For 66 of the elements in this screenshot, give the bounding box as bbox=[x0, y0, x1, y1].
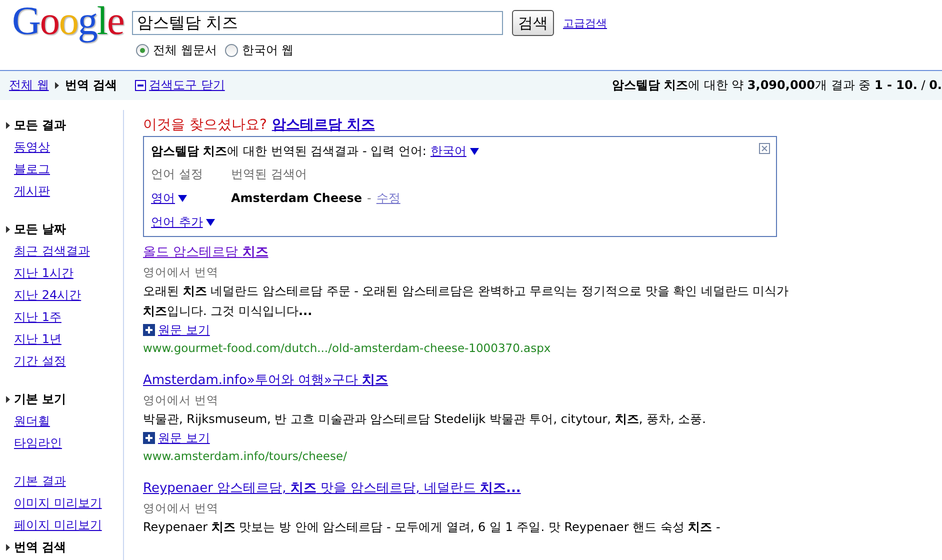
caret-icon[interactable] bbox=[470, 147, 480, 155]
sidebar-link[interactable]: 게시판 bbox=[14, 182, 50, 200]
minus-box-icon[interactable] bbox=[135, 80, 146, 91]
sidebar-link[interactable]: 지난 1시간 bbox=[14, 264, 74, 282]
did-you-mean-label: 이것을 찾으셨나요? bbox=[143, 116, 267, 134]
sidebar-link[interactable]: 지난 1주 bbox=[14, 308, 62, 326]
original-page-link[interactable]: 원문 보기 bbox=[158, 322, 210, 338]
sidebar-link[interactable]: 기본 결과 bbox=[14, 472, 66, 490]
result-url: www.amsterdam.info/tours/cheese/ bbox=[143, 448, 348, 465]
translation-source: 영어에서 번역 bbox=[143, 500, 220, 517]
chevron-icon bbox=[6, 122, 10, 128]
radio-button[interactable] bbox=[224, 44, 238, 57]
language-link[interactable]: 영어 bbox=[151, 190, 175, 206]
column-header: 번역된 검색어 bbox=[231, 166, 308, 182]
translated-query: Amsterdam Cheese bbox=[231, 191, 362, 205]
result-snippet: Reypenaer 치즈 맛보는 방 안에 암스테르담 - 모두에게 열려, 6 일 1 주일. 맛 Reypenaer 핸드 숙성 치즈 - bbox=[143, 519, 722, 536]
radio-label[interactable]: 전체 웹문서 bbox=[153, 42, 217, 59]
sidebar-link[interactable]: 지난 24시간 bbox=[14, 286, 82, 304]
close-icon[interactable] bbox=[759, 143, 770, 154]
search-button[interactable]: 검색 bbox=[512, 10, 554, 36]
breadcrumb-current: 번역 검색 bbox=[64, 77, 118, 94]
chevron-icon bbox=[6, 226, 10, 232]
sidebar-link[interactable]: 타임라인 bbox=[14, 434, 62, 452]
sidebar-link[interactable]: 블로그 bbox=[14, 160, 50, 178]
result-title-link[interactable]: Amsterdam.info»투어와 여행»구다 치즈 bbox=[143, 371, 388, 391]
chevron-icon bbox=[6, 544, 10, 550]
result-url: www.gourmet-food.com/dutch.../old-amsterdam-cheese-1000370.aspx bbox=[143, 340, 552, 357]
caret-icon[interactable] bbox=[178, 194, 187, 202]
result-snippet: 박물관, Rijksmuseum, 반 고흐 미술관과 암스테르담 Stedelijk 박물관 투어, citytour, 치즈, 풍차, 소풍. bbox=[143, 411, 707, 428]
advanced-search-link[interactable]: 고급검색 bbox=[563, 16, 607, 30]
radio-label[interactable]: 한국어 웹 bbox=[242, 42, 294, 59]
search-tools-link[interactable]: 검색도구 닫기 bbox=[149, 77, 225, 94]
result-snippet: 오래된 치즈 네덜란드 암스테르담 주문 - 오래된 암스테르담은 완벽하고 무르익는 정기적으로 맛을 확인 네덜란드 미식가 치즈입니다. 그것 미식입니다... bbox=[143, 283, 790, 320]
sidebar-heading: 모든 결과 bbox=[14, 116, 66, 134]
breadcrumb-link[interactable]: 전체 웹 bbox=[9, 77, 49, 94]
plus-box-icon[interactable] bbox=[143, 432, 155, 444]
plus-box-icon[interactable] bbox=[143, 324, 155, 336]
sidebar-link[interactable]: 원더휠 bbox=[14, 412, 50, 430]
sidebar-heading: 기본 보기 bbox=[14, 390, 66, 408]
sidebar-link[interactable]: 지난 1년 bbox=[14, 330, 62, 348]
add-language-link[interactable]: 언어 추가 bbox=[151, 214, 203, 230]
chevron-icon bbox=[54, 82, 59, 89]
separator: - bbox=[367, 191, 372, 205]
result-title-link[interactable]: 올드 암스테르담 치즈 bbox=[143, 243, 268, 263]
sidebar-link[interactable]: 기간 설정 bbox=[14, 352, 66, 370]
logo: Google bbox=[12, 0, 125, 44]
sidebar-link[interactable]: 이미지 미리보기 bbox=[14, 494, 102, 512]
radio-button[interactable] bbox=[136, 44, 149, 57]
result-title-link[interactable]: Reypenaer 암스테르담, 치즈 맛을 암스테르담, 네덜란드 치즈... bbox=[143, 479, 521, 499]
translation-source: 영어에서 번역 bbox=[143, 392, 220, 409]
translation-source: 영어에서 번역 bbox=[143, 264, 220, 281]
sidebar-link[interactable]: 동영상 bbox=[14, 138, 50, 156]
sidebar-link[interactable]: 최근 검색결과 bbox=[14, 242, 90, 260]
original-page-link[interactable]: 원문 보기 bbox=[158, 430, 210, 446]
result-stats: 암스텔담 치즈에 대한 약 3,090,000개 결과 중 1 - 10. / 0. bbox=[612, 77, 942, 94]
column-header: 언어 설정 bbox=[151, 166, 204, 182]
chevron-icon bbox=[6, 396, 10, 402]
sidebar-heading: 번역 검색 bbox=[14, 538, 66, 556]
sidebar-heading: 모든 날짜 bbox=[14, 220, 66, 238]
translation-title: 암스텔담 치즈에 대한 번역된 검색결과 - 입력 언어: bbox=[151, 142, 426, 160]
sidebar-link[interactable]: 페이지 미리보기 bbox=[14, 516, 102, 534]
input-language-link[interactable]: 한국어 bbox=[430, 142, 466, 160]
edit-link[interactable]: 수정 bbox=[376, 190, 400, 206]
caret-icon[interactable] bbox=[206, 218, 215, 226]
search-field[interactable]: 암스텔담 치즈 bbox=[132, 11, 503, 35]
suggestion-link[interactable]: 암스테르담 치즈 bbox=[272, 116, 375, 134]
